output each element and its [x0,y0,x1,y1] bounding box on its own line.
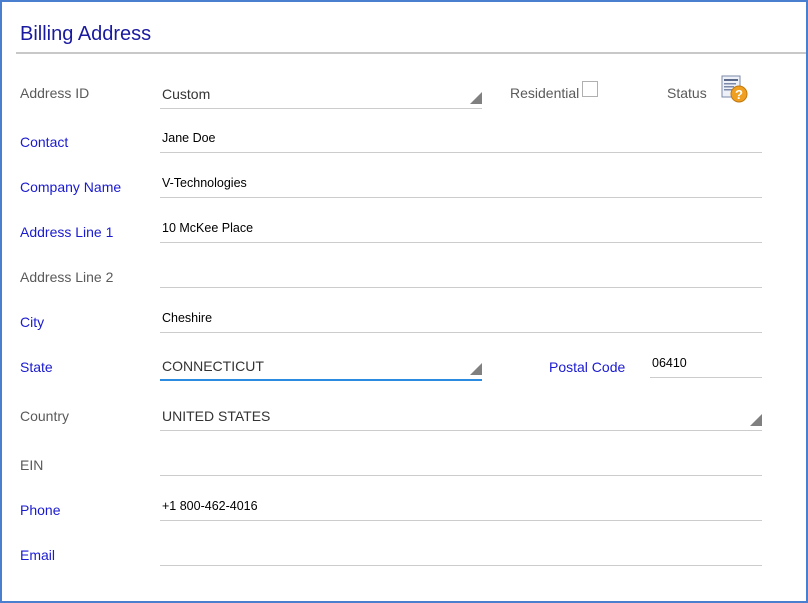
ein-label: EIN [20,457,44,473]
email-field[interactable] [160,538,762,566]
address-line2-field[interactable] [160,260,762,288]
state-value: CONNECTICUT [162,358,264,374]
city-field[interactable]: Cheshire [160,305,762,333]
phone-field[interactable]: +1 800-462-4016 [160,493,762,521]
address-line1-label: Address Line 1 [20,224,114,240]
company-name-value: V-Technologies [162,176,247,190]
country-label: Country [20,408,70,424]
status-label: Status [667,85,707,101]
billing-address-panel: Billing Address Address ID Custom Reside… [0,0,808,603]
company-name-label: Company Name [20,179,122,195]
ein-field[interactable] [160,448,762,476]
phone-label: Phone [20,502,61,518]
country-select[interactable]: UNITED STATES [160,403,762,431]
city-value: Cheshire [162,311,213,325]
postal-code-value: 06410 [652,356,687,370]
address-id-value: Custom [162,86,211,102]
company-name-field[interactable]: V-Technologies [160,170,762,198]
contact-label: Contact [20,134,69,150]
page-title: Billing Address [20,23,152,45]
postal-code-field[interactable]: 06410 [650,350,762,378]
dropdown-arrow-icon [750,414,762,426]
state-label: State [20,359,53,375]
dropdown-arrow-icon [470,92,482,104]
dropdown-arrow-icon [470,363,482,375]
address-line2-label: Address Line 2 [20,269,114,285]
state-select[interactable]: CONNECTICUT [160,353,482,381]
title-divider [16,52,806,54]
residential-label: Residential [510,85,580,101]
phone-value: +1 800-462-4016 [162,499,258,513]
address-id-label: Address ID [20,85,90,101]
city-label: City [20,314,45,330]
address-line1-value: 10 McKee Place [162,221,254,235]
status-help-icon[interactable]: ? [721,75,749,103]
contact-field[interactable]: Jane Doe [160,125,762,153]
country-value: UNITED STATES [162,408,271,424]
address-id-select[interactable]: Custom [160,81,482,109]
residential-checkbox[interactable] [582,81,598,97]
contact-value: Jane Doe [162,131,216,145]
svg-text:?: ? [735,87,743,102]
email-label: Email [20,547,56,563]
postal-code-label: Postal Code [549,359,626,375]
address-line1-field[interactable]: 10 McKee Place [160,215,762,243]
